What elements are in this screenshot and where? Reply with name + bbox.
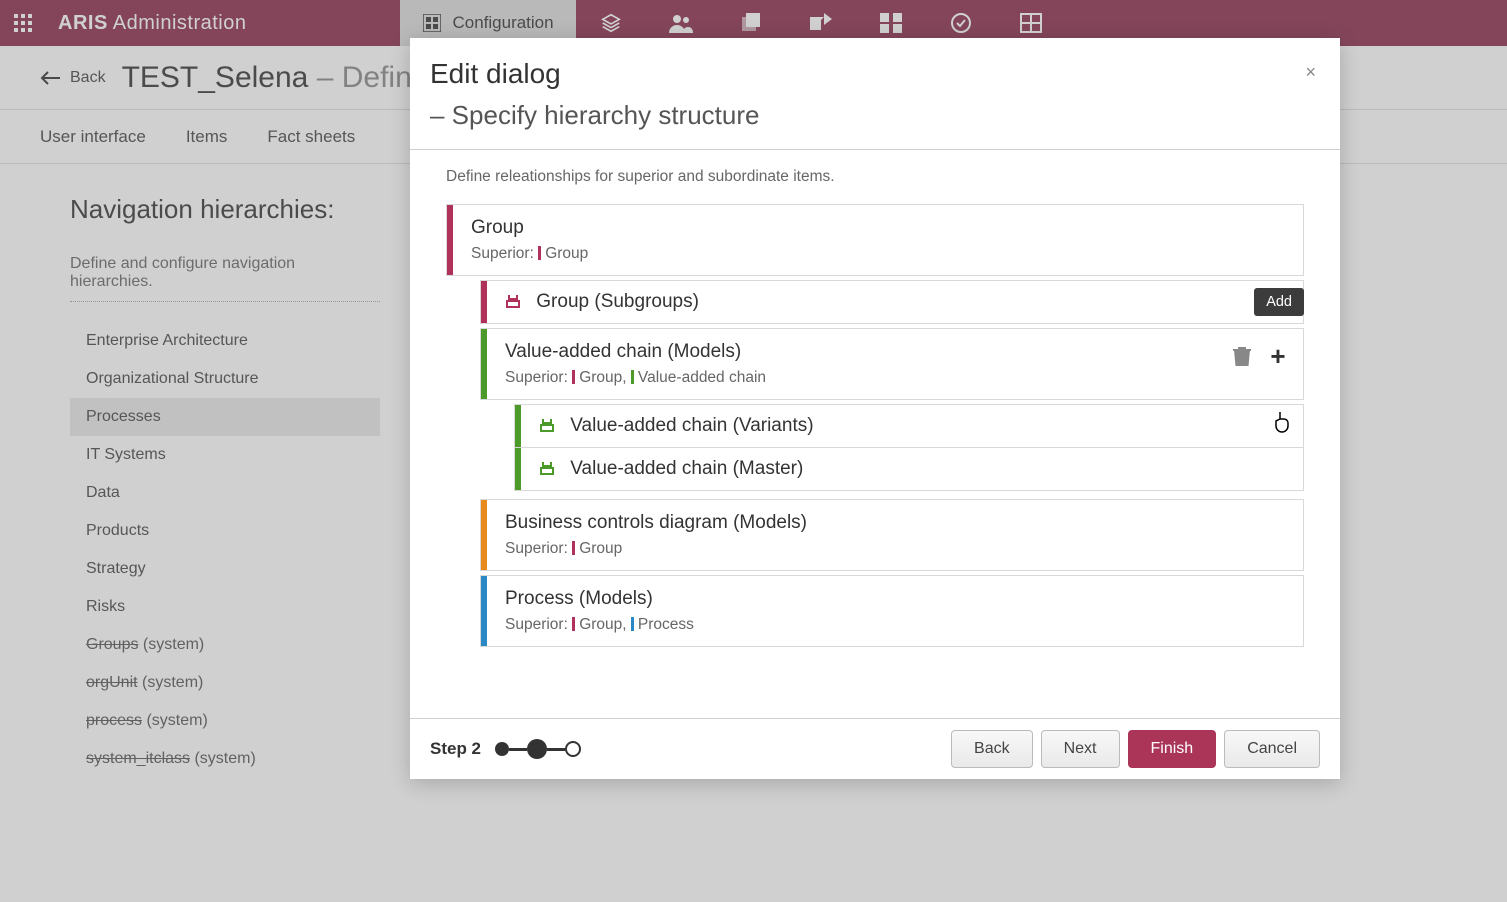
modal-title: Edit dialog xyxy=(430,58,1310,90)
add-tooltip: Add xyxy=(1254,288,1304,316)
modal-body: Define releationships for superior and s… xyxy=(410,149,1340,719)
hierarchy-superior: Superior: Group xyxy=(505,540,1287,558)
relation-icon xyxy=(505,293,521,309)
modal-subtitle: – Specify hierarchy structure xyxy=(430,100,1310,131)
relation-icon xyxy=(539,460,555,476)
hierarchy-item-title: Process (Models) xyxy=(505,588,1287,610)
hierarchy-superior: Superior: Group xyxy=(471,245,1287,263)
hierarchy-leaf[interactable]: Value-added chain (Variants) xyxy=(514,404,1304,448)
hierarchy-superior: Superior: Group, Process xyxy=(505,616,1287,634)
modal-header: Edit dialog – Specify hierarchy structur… xyxy=(410,38,1340,149)
step-label: Step 2 xyxy=(430,739,481,759)
next-button[interactable]: Next xyxy=(1041,730,1120,768)
item-actions: + xyxy=(1231,345,1289,367)
hierarchy-item-title: Group xyxy=(471,217,1287,239)
add-icon[interactable]: + xyxy=(1267,345,1289,367)
hierarchy-leaf[interactable]: Group (Subgroups) Add xyxy=(480,280,1304,324)
finish-button[interactable]: Finish xyxy=(1128,730,1217,768)
hierarchy-item-process[interactable]: Process (Models) Superior: Group, Proces… xyxy=(480,575,1304,647)
hierarchy-superior: Superior: Group, Value-added chain xyxy=(505,369,1287,387)
modal-description: Define releationships for superior and s… xyxy=(446,168,1304,186)
step-indicator xyxy=(495,739,581,759)
close-icon[interactable]: × xyxy=(1305,62,1316,83)
hierarchy-item-title: Value-added chain (Models) xyxy=(505,341,1287,363)
hierarchy-item-bcd[interactable]: Business controls diagram (Models) Super… xyxy=(480,499,1304,571)
back-button[interactable]: Back xyxy=(951,730,1033,768)
edit-dialog-modal: Edit dialog – Specify hierarchy structur… xyxy=(410,38,1340,779)
hierarchy-item-vac[interactable]: Value-added chain (Models) Superior: Gro… xyxy=(480,328,1304,400)
delete-icon[interactable] xyxy=(1231,345,1253,367)
hierarchy-leaf[interactable]: Value-added chain (Master) xyxy=(514,448,1304,491)
cancel-button[interactable]: Cancel xyxy=(1224,730,1320,768)
hierarchy-item-title: Business controls diagram (Models) xyxy=(505,512,1287,534)
modal-footer: Step 2 Back Next Finish Cancel xyxy=(410,719,1340,779)
relation-icon xyxy=(539,417,555,433)
hierarchy-item-group[interactable]: Group Superior: Group xyxy=(446,204,1304,276)
color-bar xyxy=(447,205,453,275)
